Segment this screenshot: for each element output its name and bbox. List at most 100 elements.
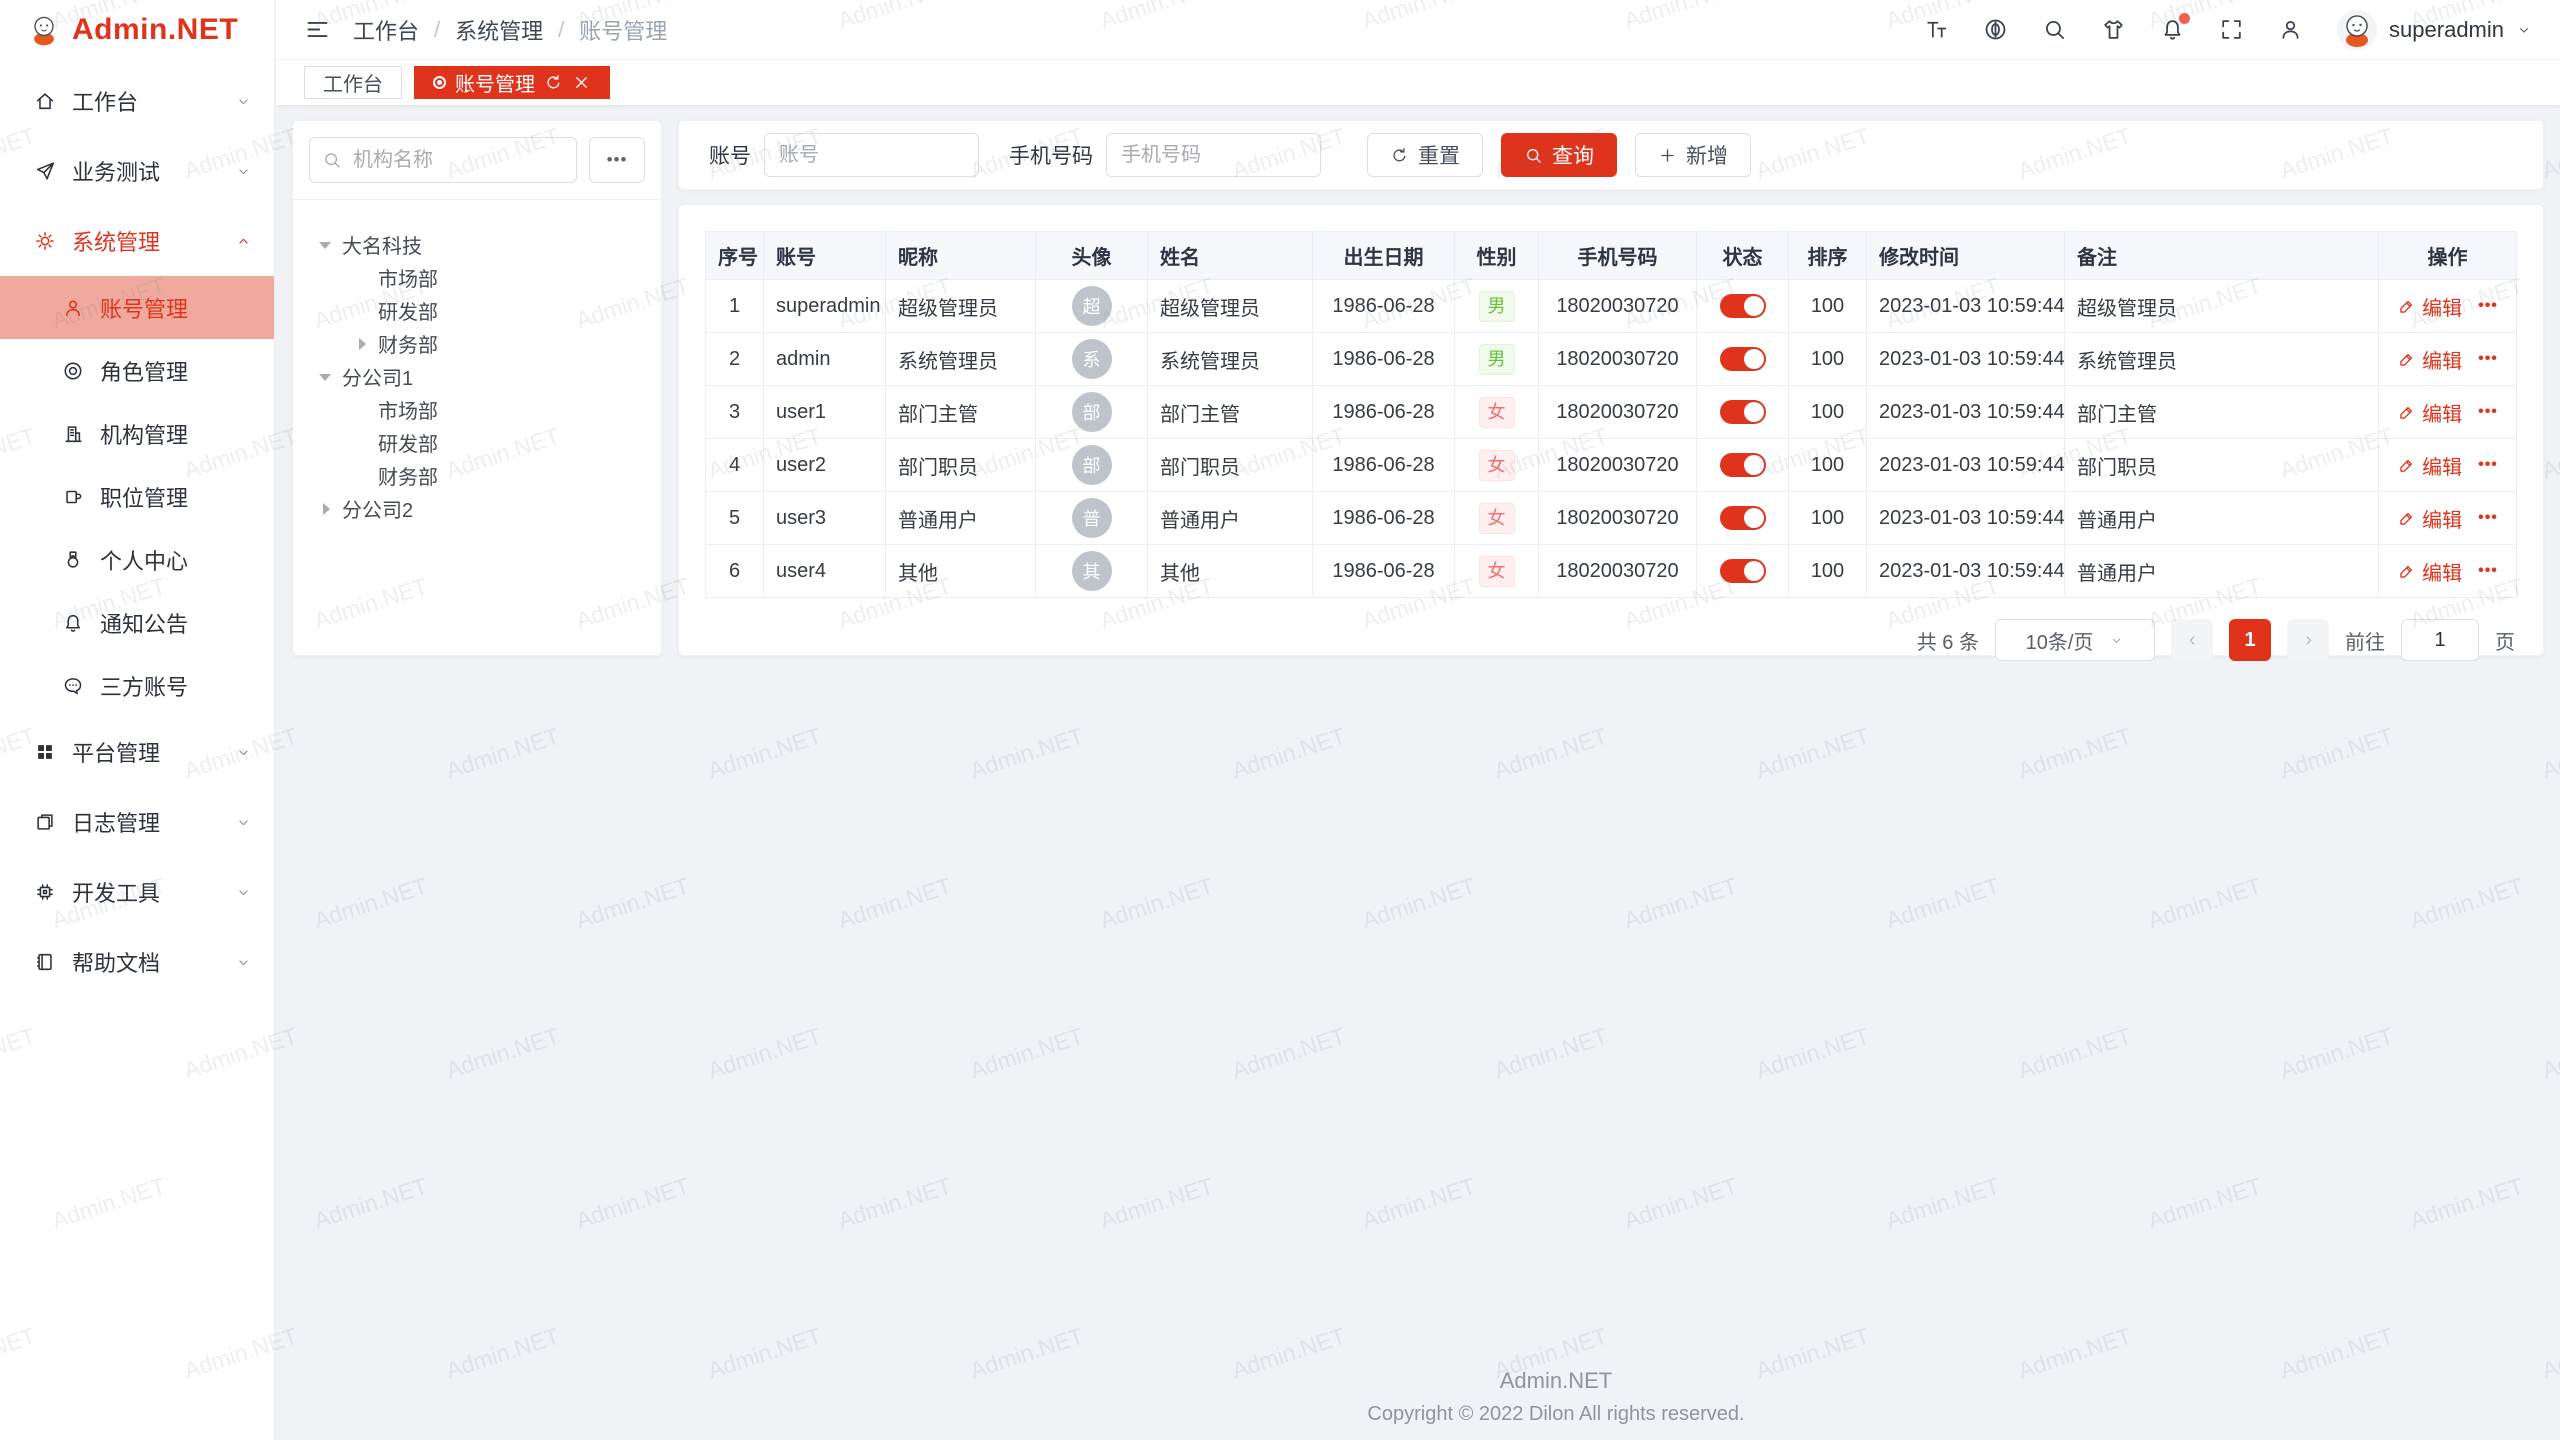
edit-button[interactable]: 编辑 — [2397, 504, 2462, 533]
table-row: 5user3普通用户普普通用户1986-06-28女18020030720100… — [706, 492, 2517, 545]
status-toggle[interactable] — [1720, 294, 1766, 318]
gender-badge: 女 — [1479, 556, 1515, 587]
sidebar-item-org-management[interactable]: 机构管理 — [0, 402, 274, 465]
sidebar-item-notice[interactable]: 通知公告 — [0, 591, 274, 654]
sidebar-item-personal-center[interactable]: 个人中心 — [0, 528, 274, 591]
status-toggle[interactable] — [1720, 400, 1766, 424]
account-input[interactable] — [764, 133, 979, 177]
table-row: 4user2部门职员部部门职员1986-06-28女18020030720100… — [706, 439, 2517, 492]
user-menu[interactable]: superadmin — [2337, 10, 2532, 50]
column-header: 性别 — [1455, 232, 1539, 280]
tree-node[interactable]: 研发部 — [303, 426, 651, 459]
sidebar-item-log-management[interactable]: 日志管理 — [0, 787, 274, 857]
sidebar-item-business-test[interactable]: 业务测试 — [0, 136, 274, 206]
status-toggle[interactable] — [1720, 453, 1766, 477]
status-toggle[interactable] — [1720, 347, 1766, 371]
tab-bar: 工作台 账号管理 — [276, 60, 2560, 106]
sidebar-item-account-management[interactable]: 账号管理 — [0, 276, 274, 339]
avatar: 系 — [1072, 339, 1112, 379]
theme-skin-icon[interactable] — [2101, 17, 2126, 42]
more-actions-button[interactable]: ••• — [2478, 562, 2498, 580]
tree-node[interactable]: 市场部 — [303, 393, 651, 426]
tree-node[interactable]: 市场部 — [303, 261, 651, 294]
app-logo[interactable]: Admin.NET — [0, 0, 274, 60]
tree-node[interactable]: 分公司2 — [303, 492, 651, 525]
cell-actions: 编辑 ••• — [2379, 545, 2517, 598]
fullscreen-icon[interactable] — [2219, 17, 2244, 42]
plus-icon — [1658, 146, 1677, 165]
current-page-button[interactable]: 1 — [2229, 619, 2271, 661]
notifications-bell-icon[interactable] — [2160, 17, 2185, 42]
sidebar-item-third-party-account[interactable]: 三方账号 — [0, 654, 274, 717]
tree-node[interactable]: 财务部 — [303, 327, 651, 360]
goto-page-input[interactable] — [2401, 619, 2479, 661]
phone-input[interactable] — [1106, 133, 1321, 177]
sidebar-item-role-management[interactable]: 角色管理 — [0, 339, 274, 402]
tab-refresh-icon[interactable] — [544, 73, 563, 92]
sidebar-item-system-management[interactable]: 系统管理 — [0, 206, 274, 276]
sidebar-item-dev-tools[interactable]: 开发工具 — [0, 857, 274, 927]
sidebar-item-label: 工作台 — [72, 85, 138, 117]
profile-icon[interactable] — [2278, 17, 2303, 42]
edit-button[interactable]: 编辑 — [2397, 398, 2462, 427]
cell-status — [1697, 333, 1789, 386]
add-button[interactable]: 新增 — [1635, 133, 1751, 177]
sidebar-item-help-docs[interactable]: 帮助文档 — [0, 927, 274, 997]
breadcrumb-item-system-management[interactable]: 系统管理 — [455, 14, 543, 46]
page-size-select[interactable]: 10条/页 — [1995, 619, 2155, 661]
more-actions-button[interactable]: ••• — [2478, 350, 2498, 368]
more-actions-button[interactable]: ••• — [2478, 509, 2498, 527]
org-more-button[interactable]: ••• — [589, 137, 645, 183]
cell-phone: 18020030720 — [1539, 439, 1697, 492]
sidebar-item-position-management[interactable]: 职位管理 — [0, 465, 274, 528]
next-page-button[interactable] — [2287, 619, 2329, 661]
status-toggle[interactable] — [1720, 559, 1766, 583]
tab-account-management[interactable]: 账号管理 — [414, 66, 610, 99]
org-search-input[interactable] — [351, 148, 564, 173]
tab-close-icon[interactable] — [572, 73, 591, 92]
language-icon[interactable] — [1983, 17, 2008, 42]
page-unit-label: 页 — [2495, 626, 2515, 655]
more-actions-button[interactable]: ••• — [2478, 403, 2498, 421]
sidebar-item-workbench[interactable]: 工作台 — [0, 66, 274, 136]
breadcrumb-separator: / — [434, 17, 440, 43]
tree-node[interactable]: 大名科技 — [303, 228, 651, 261]
prev-page-button[interactable] — [2171, 619, 2213, 661]
edit-button[interactable]: 编辑 — [2397, 292, 2462, 321]
sidebar-item-label: 开发工具 — [72, 876, 160, 908]
gender-badge: 男 — [1479, 291, 1515, 322]
tab-workbench[interactable]: 工作台 — [304, 66, 402, 99]
tree-node[interactable]: 研发部 — [303, 294, 651, 327]
edit-button[interactable]: 编辑 — [2397, 451, 2462, 480]
font-size-icon[interactable] — [1924, 17, 1949, 42]
building-icon — [62, 423, 84, 445]
reset-button[interactable]: 重置 — [1367, 133, 1483, 177]
home-icon — [34, 90, 56, 112]
caret-down-icon[interactable] — [319, 238, 333, 252]
sidebar-item-label: 日志管理 — [72, 806, 160, 838]
cell-phone: 18020030720 — [1539, 333, 1697, 386]
breadcrumb-item-workbench[interactable]: 工作台 — [353, 14, 419, 46]
caret-right-icon[interactable] — [319, 502, 333, 516]
column-header: 修改时间 — [1867, 232, 2065, 280]
tree-node[interactable]: 分公司1 — [303, 360, 651, 393]
edit-button[interactable]: 编辑 — [2397, 557, 2462, 586]
status-toggle[interactable] — [1720, 506, 1766, 530]
caret-right-icon[interactable] — [355, 337, 369, 351]
cell-remark: 系统管理员 — [2065, 333, 2379, 386]
search-button[interactable]: 查询 — [1501, 133, 1617, 177]
search-icon[interactable] — [2042, 17, 2067, 42]
sidebar-item-platform-management[interactable]: 平台管理 — [0, 717, 274, 787]
more-actions-button[interactable]: ••• — [2478, 456, 2498, 474]
caret-down-icon[interactable] — [319, 370, 333, 384]
tree-node[interactable]: 财务部 — [303, 459, 651, 492]
cell-remark: 普通用户 — [2065, 492, 2379, 545]
edit-icon — [2397, 350, 2416, 369]
more-actions-button[interactable]: ••• — [2478, 297, 2498, 315]
edit-icon — [2397, 456, 2416, 475]
cell-account: user2 — [764, 439, 886, 492]
collapse-menu-icon[interactable] — [304, 16, 331, 43]
edit-button[interactable]: 编辑 — [2397, 345, 2462, 374]
cell-name: 部门职员 — [1148, 439, 1313, 492]
cell-modified: 2023-01-03 10:59:44 — [1867, 439, 2065, 492]
